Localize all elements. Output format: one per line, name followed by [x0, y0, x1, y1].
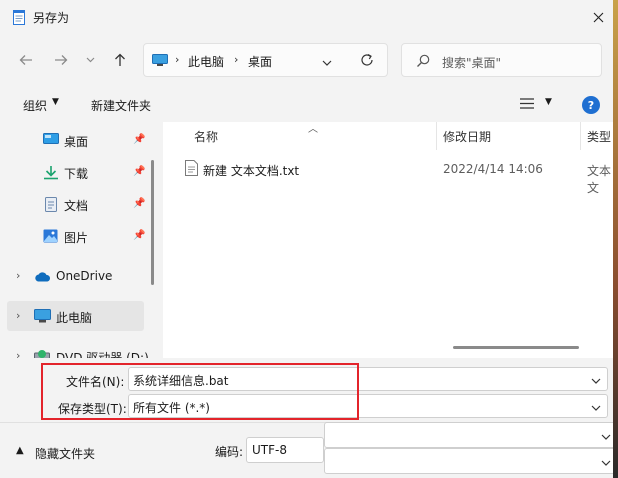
view-options-button[interactable] — [520, 98, 534, 112]
file-modified-date: 2022/4/14 14:06 — [443, 162, 543, 176]
arrow-right-icon — [55, 55, 68, 65]
dropdown-field[interactable] — [324, 448, 613, 474]
recent-locations-button[interactable] — [80, 48, 100, 72]
file-list: ︿ 名称 修改日期 类型 新建 文本文档.txt 2022/4/14 14:06… — [163, 122, 613, 358]
encoding-label: 编码: — [215, 445, 244, 459]
filetype-select[interactable]: 所有文件 (*.*) — [128, 394, 608, 418]
column-divider[interactable] — [580, 122, 581, 150]
download-icon — [43, 165, 59, 180]
close-icon — [593, 12, 603, 22]
column-header-type[interactable]: 类型 — [587, 128, 611, 145]
close-button[interactable] — [585, 5, 611, 29]
help-button[interactable]: ? — [582, 96, 600, 114]
search-input[interactable]: 搜索"桌面" — [442, 54, 501, 71]
pin-icon: 📌 — [133, 198, 146, 209]
chevron-down-icon[interactable] — [591, 400, 601, 414]
pin-icon: 📌 — [133, 166, 146, 177]
address-dropdown-button[interactable] — [322, 55, 332, 69]
file-type: 文本文 — [587, 164, 612, 195]
sidebar-item-label: 桌面 — [64, 135, 89, 149]
address-bar[interactable]: › 此电脑 › 桌面 — [143, 43, 388, 77]
back-button[interactable] — [14, 48, 38, 72]
navigation-bar: › 此电脑 › 桌面 搜索"桌面" — [0, 40, 613, 80]
sidebar-item-label: 下载 — [64, 167, 89, 181]
chevron-down-icon[interactable] — [601, 455, 611, 469]
sidebar-item-label: 文档 — [64, 199, 89, 213]
sidebar-item-pictures[interactable]: 图片 📌 — [7, 221, 146, 251]
pin-icon: 📌 — [133, 134, 146, 145]
save-form: 文件名(N): 系统详细信息.bat 保存类型(T): 所有文件 (*.*) — [0, 358, 613, 418]
sidebar-item-label: DVD 驱动器 (D:) — [56, 351, 149, 358]
sidebar-item-label: OneDrive — [56, 269, 113, 283]
sidebar-item-downloads[interactable]: 下载 📌 — [7, 157, 146, 187]
background-wallpaper — [613, 0, 618, 478]
filetype-value: 所有文件 (*.*) — [133, 401, 210, 415]
horizontal-scrollbar[interactable] — [453, 346, 579, 349]
refresh-icon — [361, 53, 373, 66]
text-file-icon — [185, 160, 198, 176]
file-name: 新建 文本文档.txt — [203, 164, 300, 178]
sidebar-item-documents[interactable]: 文档 📌 — [7, 189, 146, 219]
chevron-down-icon[interactable] — [601, 429, 611, 443]
breadcrumb-separator-icon: › — [175, 53, 180, 66]
dropdown-field[interactable] — [324, 422, 613, 448]
forward-button[interactable] — [49, 48, 73, 72]
filetype-label: 保存类型(T): — [58, 402, 127, 416]
chevron-down-icon[interactable] — [591, 373, 601, 387]
save-as-dialog: 另存为 › 此电脑 › 桌面 搜索"桌面" 组织 ▼ 新建文件夹 ▼ ? 桌面 … — [0, 0, 613, 478]
column-header-name[interactable]: 名称 — [194, 128, 218, 145]
caret-down-icon: ▼ — [545, 97, 552, 107]
filename-input[interactable]: 系统详细信息.bat — [133, 372, 229, 389]
column-header-modified[interactable]: 修改日期 — [443, 128, 491, 145]
document-icon — [45, 197, 61, 212]
command-bar: 组织 ▼ 新建文件夹 ▼ ? — [0, 88, 613, 122]
sidebar-item-desktop[interactable]: 桌面 📌 — [7, 125, 146, 155]
navigation-pane: 桌面 📌 下载 📌 文档 📌 图片 📌 › OneDrive › 此电脑 › D… — [0, 122, 163, 358]
this-pc-icon — [152, 54, 168, 66]
sidebar-item-this-pc[interactable]: › 此电脑 — [7, 301, 144, 331]
sidebar-item-label: 此电脑 — [56, 311, 93, 325]
column-divider[interactable] — [436, 122, 437, 150]
breadcrumb-separator-icon: › — [234, 53, 239, 66]
organize-button[interactable]: 组织 — [23, 97, 47, 114]
sidebar-item-label: 图片 — [64, 231, 89, 245]
filename-label: 文件名(N): — [66, 375, 125, 389]
arrow-left-icon — [19, 55, 32, 65]
chevron-right-icon[interactable]: › — [16, 349, 20, 358]
onedrive-icon — [34, 271, 51, 285]
list-view-icon — [520, 98, 534, 109]
new-folder-button[interactable]: 新建文件夹 — [91, 97, 151, 114]
notepad-icon — [13, 10, 25, 25]
search-icon — [416, 54, 430, 71]
caret-up-icon: ▲ — [16, 445, 24, 456]
window-title: 另存为 — [33, 11, 70, 25]
pin-icon: 📌 — [133, 230, 146, 241]
encoding-value: UTF-8 — [252, 443, 287, 457]
chevron-right-icon[interactable]: › — [16, 269, 20, 282]
chevron-down-icon — [322, 60, 332, 66]
breadcrumb-this-pc[interactable]: 此电脑 — [188, 53, 224, 70]
help-icon: ? — [587, 98, 595, 112]
sidebar-scrollbar[interactable] — [151, 160, 154, 285]
up-button[interactable] — [108, 48, 132, 72]
filename-field[interactable]: 系统详细信息.bat — [128, 367, 608, 391]
sort-ascending-icon: ︿ — [308, 124, 318, 135]
dvd-drive-icon — [34, 349, 50, 358]
caret-down-icon: ▼ — [52, 97, 59, 107]
breadcrumb-desktop[interactable]: 桌面 — [248, 53, 272, 70]
encoding-select[interactable]: UTF-8 — [246, 437, 324, 463]
this-pc-icon — [34, 309, 51, 323]
refresh-button[interactable] — [360, 53, 374, 70]
sidebar-item-onedrive[interactable]: › OneDrive — [7, 261, 144, 291]
picture-icon — [43, 229, 59, 243]
arrow-up-icon — [115, 53, 125, 66]
search-box[interactable]: 搜索"桌面" — [401, 43, 602, 77]
chevron-down-icon — [86, 57, 94, 63]
file-row[interactable]: 新建 文本文档.txt 2022/4/14 14:06 文本文 — [163, 154, 613, 195]
title-bar: 另存为 — [0, 0, 613, 34]
desktop-icon — [43, 133, 59, 147]
sidebar-item-dvd-drive[interactable]: › DVD 驱动器 (D:) — [7, 341, 149, 358]
hide-folders-label: 隐藏文件夹 — [35, 447, 96, 461]
chevron-right-icon[interactable]: › — [16, 309, 20, 322]
